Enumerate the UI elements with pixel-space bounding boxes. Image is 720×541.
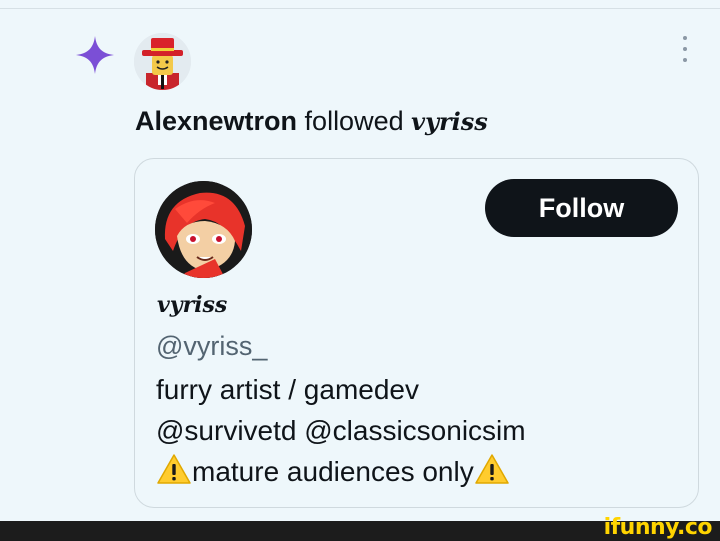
- target-name[interactable]: vyriss: [411, 107, 488, 136]
- actor-name[interactable]: Alexnewtron: [135, 106, 297, 136]
- warning-icon: [474, 454, 509, 484]
- profile-bio: furry artist / gamedev @survivetd @class…: [156, 369, 526, 492]
- activity-verb: followed: [304, 106, 404, 136]
- follow-button[interactable]: Follow: [485, 179, 678, 237]
- profile-handle[interactable]: @vyriss_: [156, 331, 267, 362]
- sparkle-icon: [76, 36, 114, 74]
- top-divider: [0, 8, 720, 9]
- bio-line-warning: mature audiences only: [156, 451, 526, 492]
- ifunny-watermark: ifunny.co: [603, 515, 713, 540]
- bio-line: furry artist / gamedev: [156, 374, 419, 405]
- profile-card[interactable]: Follow vyriss @vyriss_ furry artist / ga…: [134, 158, 699, 508]
- watermark-bar: ifunny.co: [0, 515, 720, 541]
- activity-line: Alexnewtron followed vyriss: [135, 104, 488, 139]
- bio-warning-text: mature audiences only: [192, 456, 474, 487]
- profile-avatar[interactable]: [155, 181, 252, 278]
- more-options-icon[interactable]: [676, 36, 694, 62]
- bio-line: @survivetd @classicsonicsim: [156, 415, 526, 446]
- warning-icon: [157, 454, 191, 484]
- profile-display-name[interactable]: vyriss: [157, 292, 227, 318]
- actor-avatar[interactable]: [134, 33, 191, 90]
